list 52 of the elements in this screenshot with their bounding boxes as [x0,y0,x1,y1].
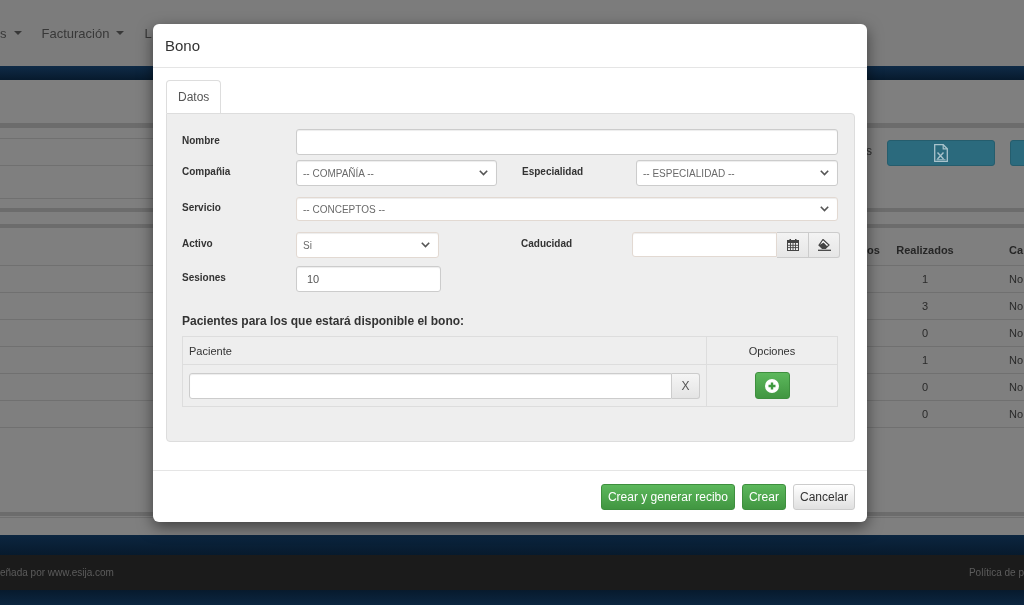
chevron-down-icon [421,242,430,248]
field-label: Especialidad [522,166,585,177]
field-label: Servicio [182,202,222,213]
select-field[interactable]: Si [296,232,439,258]
clear-button[interactable]: X [672,372,700,399]
cancel-button[interactable]: Cancelar [792,484,855,510]
dialog-title: Bono [165,37,201,54]
eraser-icon [817,239,831,251]
section-heading: Pacientes para los que estará disponible el bono: [182,313,466,329]
chevron-down-icon [479,170,488,176]
table-cell: No [1009,381,1024,393]
column-header: Opciones [748,344,796,357]
table-cell: No [1009,354,1024,366]
text-input[interactable] [296,129,838,155]
table-cell: No [1009,408,1024,420]
table-cell: 3 [921,300,929,312]
plus-circle-icon [765,378,779,393]
column-header: Realizados [896,244,954,256]
calendar-button[interactable] [777,232,809,258]
file-x-icon [934,144,948,162]
export-button[interactable] [887,140,995,166]
select-field[interactable]: -- COMPAÑÍA -- [296,160,497,186]
create-button[interactable]: Crear [741,484,786,510]
clear-date-button[interactable] [809,232,840,258]
field-label: Compañia [182,166,232,177]
select-field[interactable]: -- ESPECIALIDAD -- [636,160,838,186]
filter-label: s [866,144,872,158]
table-cell: 0 [921,327,929,339]
table-cell: 0 [921,408,929,420]
table-cell: No [1009,327,1024,339]
chevron-down-icon [820,206,829,212]
column-header: Paciente [189,344,232,357]
table-cell: 1 [921,273,929,285]
calendar-icon [786,239,799,251]
field-label: Caducidad [521,238,574,249]
table-cell: No [1009,273,1024,285]
select-field[interactable]: -- CONCEPTOS -- [296,197,838,221]
chevron-down-icon [820,170,829,176]
field-label: Activo [182,238,214,249]
column-header: os [867,244,879,258]
table-cell: 0 [921,381,929,393]
table-cell: 1 [921,354,929,366]
date-input[interactable] [632,232,777,257]
patient-input[interactable] [189,372,672,399]
table-cell: No [1009,300,1024,312]
field-label: Sesiones [182,272,227,283]
tab[interactable]: Datos [166,80,222,113]
column-header: Ca [1009,244,1024,258]
add-button[interactable] [754,372,790,399]
create-and-receipt-button[interactable]: Crear y generar recibo [600,484,735,510]
field-label: Nombre [182,135,221,146]
text-input[interactable]: 10 [296,266,441,292]
